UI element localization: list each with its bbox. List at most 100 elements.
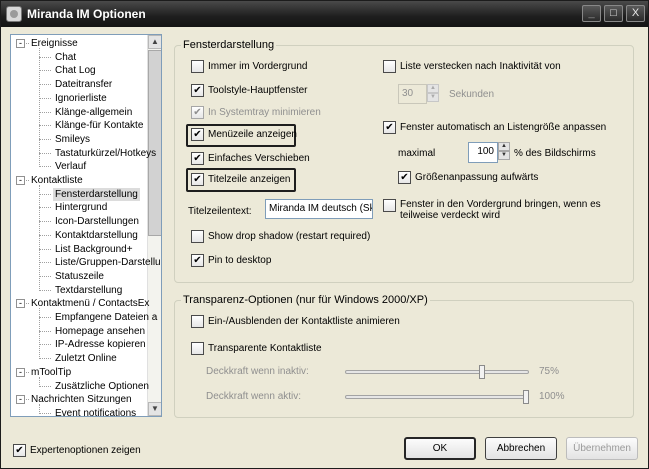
tree-connector — [39, 249, 51, 250]
tree-item[interactable]: Chat Log — [53, 64, 98, 77]
tree-category[interactable]: Kontaktliste — [29, 174, 85, 187]
tree-item[interactable]: Event notifications — [53, 407, 138, 417]
tree-item-label: Liste/Gruppen-Darstellung — [55, 257, 162, 268]
options-tree[interactable]: ▲ ▼ Ereignisse - Chat Chat Log Dateitransfer… — [10, 34, 162, 417]
tree-item-label: Klänge-allgemein — [55, 107, 133, 118]
tree-item-label: Kontaktdarstellung — [55, 230, 138, 241]
maximize-button[interactable]: □ — [604, 5, 623, 22]
tree-item[interactable]: Klänge-für Kontakte — [53, 119, 145, 132]
tree-item[interactable]: Smileys — [53, 133, 92, 146]
scroll-down-arrow-icon[interactable]: ▼ — [148, 402, 161, 416]
tree-item[interactable]: Liste/Gruppen-Darstellung — [53, 256, 162, 269]
tree-category[interactable]: mToolTip — [29, 366, 73, 379]
apply-button[interactable]: Übernehmen — [566, 437, 638, 460]
tree-item[interactable]: Zusätzliche Optionen — [53, 380, 151, 393]
tree-category[interactable]: Ereignisse — [29, 37, 80, 50]
checkbox-icon: ✔ — [191, 173, 204, 186]
collapse-icon[interactable]: - — [16, 299, 25, 308]
tree-item[interactable]: Hintergrund — [53, 201, 109, 214]
hide-seconds-spinner[interactable]: ▲ ▼ — [427, 84, 439, 102]
tree-item[interactable]: Zuletzt Online — [53, 352, 119, 365]
checkbox-icon: ✔ — [398, 171, 411, 184]
checkbox-icon: ✔ — [191, 128, 204, 141]
tree-item-label: List Background+ — [55, 244, 133, 255]
checkbox-icon: ✔ — [191, 254, 204, 267]
checkbox-icon: ✔ — [383, 121, 396, 134]
tree-item-label: Textdarstellung — [55, 285, 123, 296]
tree-item-label: Event notifications — [55, 408, 137, 417]
spin-up-icon[interactable]: ▲ — [427, 84, 439, 93]
tree-item-label: Ignorierliste — [55, 93, 107, 104]
tree-item[interactable]: IP-Adresse kopieren — [53, 338, 148, 351]
miranda-app-icon — [6, 6, 22, 22]
collapse-icon[interactable]: - — [16, 39, 25, 48]
tree-scrollbar[interactable]: ▲ ▼ — [147, 35, 161, 416]
tree-connector — [39, 377, 40, 387]
inactive-opacity-slider[interactable] — [345, 370, 529, 374]
tree-connector — [39, 57, 51, 58]
checkbox-icon: ✔ — [191, 84, 204, 97]
collapse-icon[interactable]: - — [16, 176, 25, 185]
tree-connector — [39, 276, 51, 277]
tree-item[interactable]: Icon-Darstellungen — [53, 215, 141, 228]
tree-connector — [39, 125, 51, 126]
hide-seconds-input[interactable]: 30 — [398, 84, 427, 104]
inactive-opacity-label: Deckkraft wenn inaktiv: — [206, 366, 309, 377]
tree-item[interactable]: Tastaturkürzel/Hotkeys — [53, 147, 158, 160]
tree-item-label: Zusätzliche Optionen — [55, 381, 149, 392]
tree-item-label: Fensterdarstellung — [55, 189, 138, 200]
close-button[interactable]: X — [626, 5, 645, 22]
collapse-icon[interactable]: - — [16, 395, 25, 404]
tree-item-label: Statuszeile — [55, 271, 104, 282]
tree-item[interactable]: Empfangene Dateien a — [53, 311, 159, 324]
tree-connector — [39, 139, 51, 140]
spin-up-icon[interactable]: ▲ — [498, 142, 510, 151]
minimize-button[interactable]: _ — [582, 5, 601, 22]
tree-item[interactable]: Statuszeile — [53, 270, 106, 283]
tree-item[interactable]: Textdarstellung — [53, 284, 124, 297]
tree-connector — [39, 235, 51, 236]
tree-item[interactable]: Verlauf — [53, 160, 88, 173]
title-bar[interactable]: Miranda IM Optionen _ □ X — [1, 1, 648, 27]
tree-connector — [39, 153, 51, 154]
ok-button[interactable]: OK — [404, 437, 476, 460]
tree-item[interactable]: Klänge-allgemein — [53, 106, 134, 119]
titlebar-text-label: Titelzeilentext: — [188, 206, 252, 217]
tree-connector — [39, 98, 51, 99]
tree-category[interactable]: Nachrichten Sitzungen — [29, 393, 134, 406]
tree-connector — [39, 262, 51, 263]
max-size-input[interactable]: 100 — [468, 142, 498, 163]
tree-item[interactable]: List Background+ — [53, 243, 135, 256]
active-opacity-thumb[interactable] — [523, 390, 529, 404]
max-size-spinner[interactable]: ▲ ▼ — [498, 142, 510, 160]
tree-item[interactable]: Kontaktdarstellung — [53, 229, 140, 242]
spin-down-icon[interactable]: ▼ — [498, 151, 510, 160]
active-opacity-label: Deckkraft wenn aktiv: — [206, 391, 302, 402]
active-opacity-slider[interactable] — [345, 395, 529, 399]
seconds-unit-label: Sekunden — [449, 89, 495, 100]
tree-item-label: Dateitransfer — [55, 79, 113, 90]
tree-item[interactable]: Chat — [53, 51, 78, 64]
tree-item-label: Klänge-für Kontakte — [55, 120, 144, 131]
spin-down-icon[interactable]: ▼ — [427, 93, 439, 102]
titlebar-text-input[interactable]: Miranda IM deutsch (Sk — [265, 199, 373, 219]
tree-item[interactable]: Homepage ansehen — [53, 325, 147, 338]
tree-item[interactable]: Fensterdarstellung — [53, 188, 140, 201]
tree-connector — [39, 185, 40, 291]
tree-item[interactable]: Ignorierliste — [53, 92, 109, 105]
inactive-opacity-thumb[interactable] — [478, 365, 485, 379]
checkbox-icon — [191, 315, 204, 328]
collapse-icon[interactable]: - — [16, 368, 25, 377]
tree-category[interactable]: Kontaktmenü / ContactsEx — [29, 297, 151, 310]
tree-connector — [39, 207, 51, 208]
scrollbar-thumb[interactable] — [148, 50, 161, 236]
tree-item[interactable]: Dateitransfer — [53, 78, 114, 91]
options-window: Miranda IM Optionen _ □ X ▲ ▼ Ereignisse… — [0, 0, 649, 469]
checkbox-icon — [191, 230, 204, 243]
cancel-button[interactable]: Abbrechen — [485, 437, 557, 460]
tree-item-label: IP-Adresse kopieren — [55, 339, 146, 350]
tree-connector — [39, 413, 51, 414]
tree-connector — [39, 386, 51, 387]
tree-item-label: Ereignisse — [31, 38, 78, 49]
scroll-up-arrow-icon[interactable]: ▲ — [148, 35, 161, 49]
